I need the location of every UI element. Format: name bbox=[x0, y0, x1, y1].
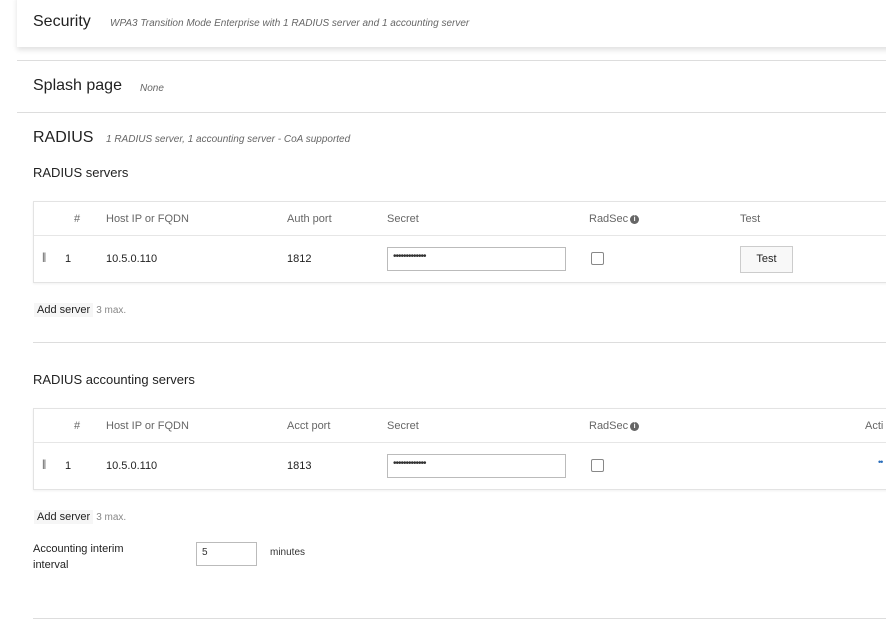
row-num: 1 bbox=[65, 460, 71, 472]
port-value[interactable]: 1812 bbox=[287, 253, 311, 265]
col-port: Acct port bbox=[287, 420, 330, 432]
divider bbox=[33, 342, 886, 343]
max-note: 3 max. bbox=[96, 305, 126, 316]
secret-input[interactable]: ••••••••••••• bbox=[387, 247, 566, 271]
col-test: Test bbox=[740, 213, 760, 225]
radius-title: RADIUS bbox=[33, 129, 93, 147]
divider bbox=[17, 112, 886, 113]
secret-input[interactable]: ••••••••••••• bbox=[387, 454, 566, 478]
col-num: # bbox=[74, 420, 80, 432]
radsec-checkbox[interactable] bbox=[591, 459, 604, 472]
splash-title[interactable]: Splash page bbox=[33, 77, 122, 95]
divider bbox=[17, 60, 886, 61]
radsec-label: RadSec bbox=[589, 213, 628, 225]
col-radsec: RadSeci bbox=[589, 420, 639, 432]
col-port: Auth port bbox=[287, 213, 332, 225]
interim-label: Accounting interim bbox=[33, 543, 124, 555]
radsec-checkbox[interactable] bbox=[591, 252, 604, 265]
interim-unit: minutes bbox=[270, 547, 305, 558]
col-secret: Secret bbox=[387, 213, 419, 225]
drag-handle-icon[interactable]: || bbox=[42, 252, 45, 263]
table-row: || 1 10.5.0.110 1812 ••••••••••••• Test bbox=[34, 236, 886, 282]
row-num: 1 bbox=[65, 253, 71, 265]
host-value[interactable]: 10.5.0.110 bbox=[106, 460, 157, 472]
accounting-servers-title: RADIUS accounting servers bbox=[33, 372, 195, 387]
info-icon[interactable]: i bbox=[630, 422, 639, 431]
port-value[interactable]: 1813 bbox=[287, 460, 311, 472]
divider bbox=[33, 618, 886, 619]
table-header: # Host IP or FQDN Auth port Secret RadSe… bbox=[34, 202, 886, 236]
col-radsec: RadSeci bbox=[589, 213, 639, 225]
add-server-button[interactable]: Add server bbox=[34, 510, 93, 524]
interim-label-2: interval bbox=[33, 559, 68, 571]
interim-input[interactable]: 5 bbox=[196, 542, 257, 566]
security-summary: WPA3 Transition Mode Enterprise with 1 R… bbox=[110, 18, 469, 29]
col-host: Host IP or FQDN bbox=[106, 420, 189, 432]
col-host: Host IP or FQDN bbox=[106, 213, 189, 225]
radsec-label: RadSec bbox=[589, 420, 628, 432]
col-num: # bbox=[74, 213, 80, 225]
radius-summary: 1 RADIUS server, 1 accounting server - C… bbox=[106, 134, 350, 145]
radius-servers-table: # Host IP or FQDN Auth port Secret RadSe… bbox=[33, 201, 886, 283]
info-icon[interactable]: i bbox=[630, 215, 639, 224]
drag-handle-icon[interactable]: || bbox=[42, 459, 45, 470]
col-secret: Secret bbox=[387, 420, 419, 432]
table-header: # Host IP or FQDN Acct port Secret RadSe… bbox=[34, 409, 886, 443]
max-note: 3 max. bbox=[96, 512, 126, 523]
add-server-button[interactable]: Add server bbox=[34, 303, 93, 317]
host-value[interactable]: 10.5.0.110 bbox=[106, 253, 157, 265]
radius-servers-title: RADIUS servers bbox=[33, 165, 128, 180]
table-row: || 1 10.5.0.110 1813 ••••••••••••• •• bbox=[34, 443, 886, 489]
col-actions: Acti bbox=[865, 420, 883, 432]
security-title: Security bbox=[33, 13, 91, 31]
test-button[interactable]: Test bbox=[740, 246, 793, 273]
more-actions-icon[interactable]: •• bbox=[878, 457, 882, 467]
splash-summary: None bbox=[140, 83, 164, 94]
accounting-servers-table: # Host IP or FQDN Acct port Secret RadSe… bbox=[33, 408, 886, 490]
